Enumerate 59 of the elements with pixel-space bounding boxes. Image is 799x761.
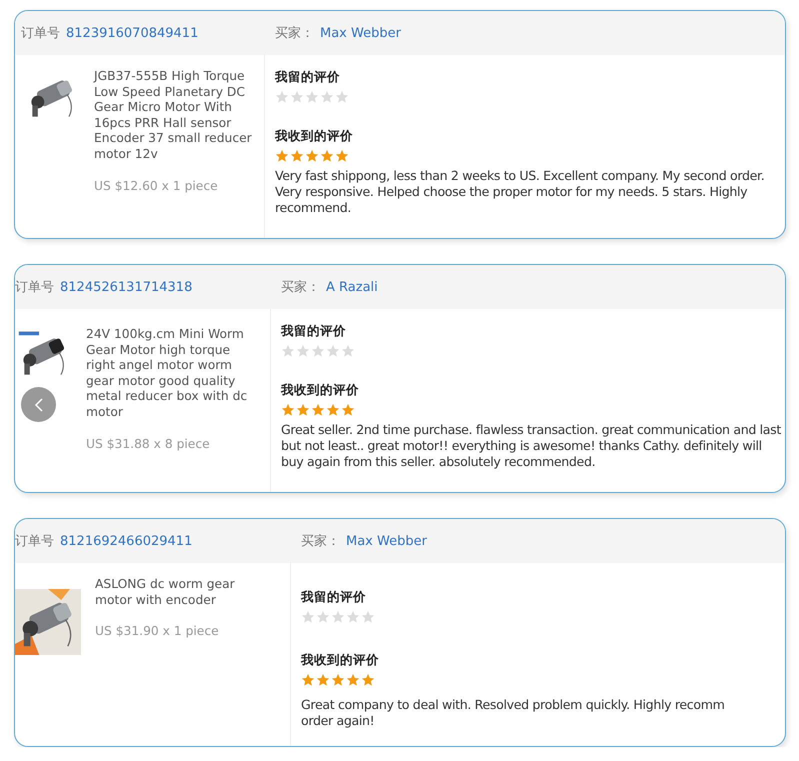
star-icon <box>320 149 334 163</box>
product-price: US $31.88 x 8 piece <box>86 436 211 451</box>
star-icon <box>331 673 345 687</box>
section-heading: 我留的评价 <box>281 323 347 340</box>
star-icon <box>301 610 315 624</box>
product-price: US $31.90 x 1 piece <box>95 624 220 638</box>
star-icon <box>311 403 325 417</box>
star-icon <box>290 90 304 104</box>
star-icon <box>296 344 310 358</box>
order-label: 订单号 <box>21 25 60 42</box>
star-icon <box>331 610 345 624</box>
star-icon <box>316 673 330 687</box>
section-heading: 我收到的评价 <box>281 382 360 399</box>
star-icon <box>320 90 334 104</box>
product-price: US $12.60 x 1 piece <box>94 178 219 193</box>
chevron-left-icon <box>34 398 44 412</box>
star-icon <box>275 90 289 104</box>
review-text: Very fast shippong, less than 2 weeks to US. Excellent company. My second order. Very responsive. Helped choose the proper motor for my needs. 5 stars. Highly recommend. <box>275 168 766 216</box>
order-number-link[interactable]: 8121692466029411 <box>60 534 192 548</box>
buyer-label: 买家： <box>301 533 340 550</box>
star-icon <box>290 149 304 163</box>
order-label: 订单号 <box>15 533 54 550</box>
star-icon <box>281 403 295 417</box>
buyer-label: 买家： <box>281 279 320 296</box>
buyer-name-link[interactable]: Max Webber <box>346 534 427 548</box>
previous-button[interactable] <box>21 387 56 422</box>
star-icon <box>326 344 340 358</box>
order-number-link[interactable]: 8124526131714318 <box>60 280 192 294</box>
buyer-label: 买家： <box>275 25 314 42</box>
star-icon <box>275 149 289 163</box>
star-icon <box>341 344 355 358</box>
section-heading: 我留的评价 <box>301 589 367 606</box>
section-heading: 我留的评价 <box>275 69 341 86</box>
star-icon <box>335 149 349 163</box>
star-icon <box>335 90 349 104</box>
star-icon <box>305 90 319 104</box>
product-title[interactable]: ASLONG dc worm gear motor with encoder <box>95 577 235 608</box>
review-text: Great company to deal with. Resolved problem quickly. Highly recomm order again! <box>301 697 726 729</box>
star-icon <box>316 610 330 624</box>
section-heading: 我收到的评价 <box>275 128 354 145</box>
star-icon <box>346 610 360 624</box>
star-icon <box>361 673 375 687</box>
star-icon <box>305 149 319 163</box>
star-icon <box>296 403 310 417</box>
order-number-link[interactable]: 8123916070849411 <box>66 26 198 40</box>
product-title[interactable]: JGB37-555B High Torque Low Speed Planetary DC Gear Micro Motor With 16pcs PRR Hall sensor Encoder 37 small reducer motor 12v <box>94 69 252 163</box>
star-icon <box>361 610 375 624</box>
star-icon <box>281 344 295 358</box>
buyer-name-link[interactable]: A Razali <box>326 280 378 294</box>
star-icon <box>346 673 360 687</box>
review-text: Great seller. 2nd time purchase. flawless transaction. great communication and last but not least.. great motor!! everything is awesome! thanks Cathy. definitely will buy again from this seller. absolutely recommended. <box>281 422 782 470</box>
section-heading: 我收到的评价 <box>301 652 380 669</box>
star-icon <box>311 344 325 358</box>
star-icon <box>341 403 355 417</box>
product-title[interactable]: 24V 100kg.cm Mini Worm Gear Motor high torque right angel motor worm gear motor good quality metal reducer box with dc motor <box>86 327 248 421</box>
star-icon <box>301 673 315 687</box>
order-label: 订单号 <box>15 279 54 296</box>
star-icon <box>326 403 340 417</box>
buyer-name-link[interactable]: Max Webber <box>320 26 401 40</box>
